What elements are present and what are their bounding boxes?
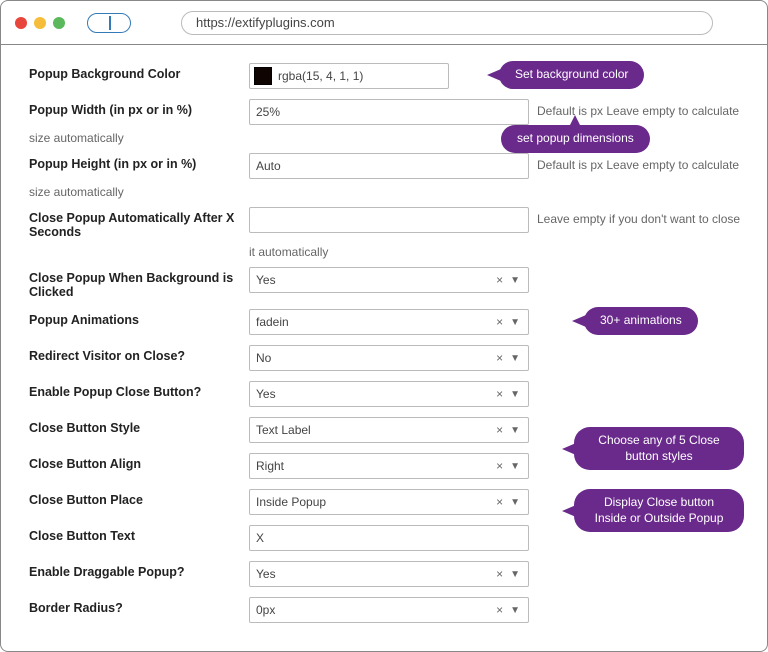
- height-label: Popup Height (in px or in %): [29, 153, 249, 171]
- draggable-label: Enable Draggable Popup?: [29, 561, 249, 579]
- chevron-down-icon: ▼: [506, 317, 522, 328]
- redirect-label: Redirect Visitor on Close?: [29, 345, 249, 363]
- clear-icon[interactable]: ×: [493, 387, 506, 401]
- chevron-down-icon: ▼: [506, 353, 522, 364]
- autoclose-label: Close Popup Automatically After X Second…: [29, 207, 249, 239]
- closeplace-select[interactable]: Inside Popup × ▼: [249, 489, 529, 515]
- height-input[interactable]: [249, 153, 529, 179]
- tooltip-dimensions: set popup dimensions: [501, 125, 650, 153]
- url-text: https://extifyplugins.com: [196, 15, 335, 30]
- radius-select[interactable]: 0px × ▼: [249, 597, 529, 623]
- width-hint: Default is px Leave empty to calculate: [537, 99, 745, 118]
- closebg-label: Close Popup When Background is Clicked: [29, 267, 249, 299]
- settings-form: Popup Background Color rgba(15, 4, 1, 1)…: [1, 45, 767, 651]
- enableclose-label: Enable Popup Close Button?: [29, 381, 249, 399]
- closestyle-select[interactable]: Text Label × ▼: [249, 417, 529, 443]
- clear-icon[interactable]: ×: [493, 315, 506, 329]
- clear-icon[interactable]: ×: [493, 273, 506, 287]
- closebg-select[interactable]: Yes × ▼: [249, 267, 529, 293]
- closeplace-label: Close Button Place: [29, 489, 249, 507]
- color-swatch: [254, 67, 272, 85]
- chevron-down-icon: ▼: [506, 497, 522, 508]
- height-hint: Default is px Leave empty to calculate: [537, 153, 745, 172]
- closealign-label: Close Button Align: [29, 453, 249, 471]
- radius-label: Border Radius?: [29, 597, 249, 615]
- close-window-icon[interactable]: [15, 17, 27, 29]
- autoclose-hint2: it automatically: [249, 245, 745, 259]
- enableclose-select[interactable]: Yes × ▼: [249, 381, 529, 407]
- clear-icon[interactable]: ×: [493, 459, 506, 473]
- chevron-down-icon: ▼: [506, 605, 522, 616]
- closetext-input[interactable]: [249, 525, 529, 551]
- animations-label: Popup Animations: [29, 309, 249, 327]
- closetext-label: Close Button Text: [29, 525, 249, 543]
- bg-color-input[interactable]: rgba(15, 4, 1, 1): [249, 63, 449, 89]
- chevron-down-icon: ▼: [506, 569, 522, 580]
- tooltip-animations: 30+ animations: [584, 307, 698, 335]
- window-controls: [15, 17, 65, 29]
- chevron-down-icon: ▼: [506, 461, 522, 472]
- redirect-select[interactable]: No × ▼: [249, 345, 529, 371]
- width-input[interactable]: [249, 99, 529, 125]
- minimize-window-icon[interactable]: [34, 17, 46, 29]
- tab-pill-icon: [87, 13, 131, 33]
- width-label: Popup Width (in px or in %): [29, 99, 249, 117]
- bg-color-label: Popup Background Color: [29, 63, 249, 81]
- tooltip-close-styles: Choose any of 5 Close button styles: [574, 427, 744, 470]
- draggable-select[interactable]: Yes × ▼: [249, 561, 529, 587]
- autoclose-hint: Leave empty if you don't want to close: [537, 207, 745, 226]
- tooltip-bg-color: Set background color: [499, 61, 644, 89]
- browser-chrome: https://extifyplugins.com: [1, 1, 767, 45]
- clear-icon[interactable]: ×: [493, 495, 506, 509]
- height-hint2: size automatically: [29, 185, 745, 199]
- clear-icon[interactable]: ×: [493, 351, 506, 365]
- animations-select[interactable]: fadein × ▼: [249, 309, 529, 335]
- chevron-down-icon: ▼: [506, 425, 522, 436]
- closealign-select[interactable]: Right × ▼: [249, 453, 529, 479]
- maximize-window-icon[interactable]: [53, 17, 65, 29]
- chevron-down-icon: ▼: [506, 275, 522, 286]
- closestyle-label: Close Button Style: [29, 417, 249, 435]
- bg-color-value: rgba(15, 4, 1, 1): [278, 69, 363, 83]
- clear-icon[interactable]: ×: [493, 603, 506, 617]
- address-bar[interactable]: https://extifyplugins.com: [181, 11, 713, 35]
- tooltip-close-place: Display Close button Inside or Outside P…: [574, 489, 744, 532]
- clear-icon[interactable]: ×: [493, 423, 506, 437]
- browser-window: https://extifyplugins.com Popup Backgrou…: [0, 0, 768, 652]
- clear-icon[interactable]: ×: [493, 567, 506, 581]
- chevron-down-icon: ▼: [506, 389, 522, 400]
- autoclose-input[interactable]: [249, 207, 529, 233]
